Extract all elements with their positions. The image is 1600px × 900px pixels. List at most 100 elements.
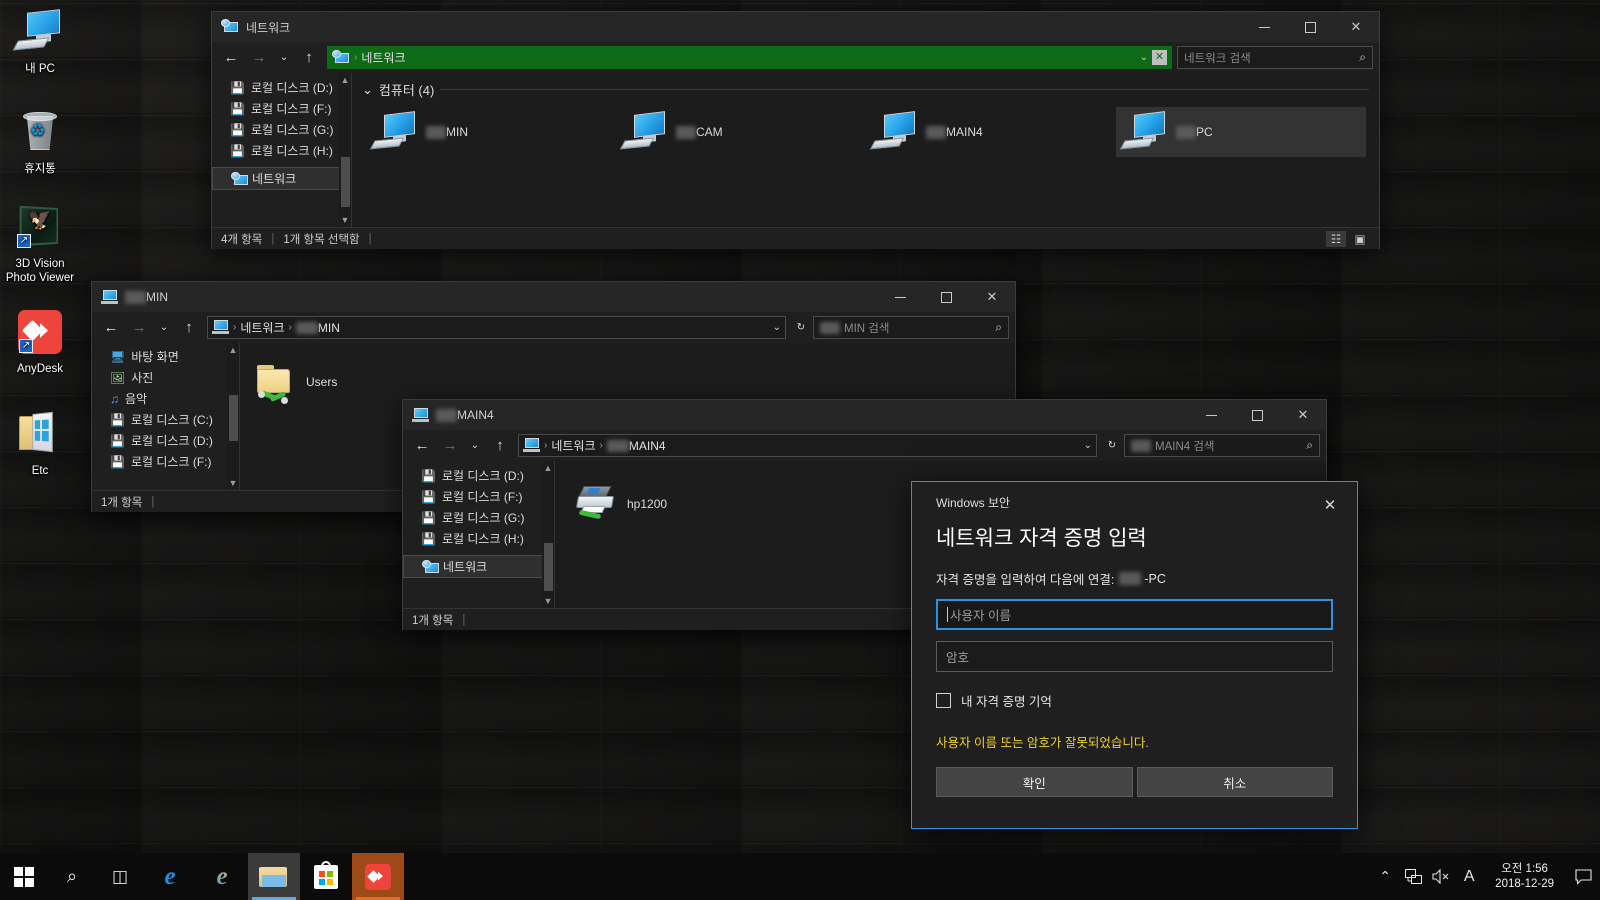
remember-credentials-checkbox[interactable] bbox=[936, 693, 951, 708]
up-button[interactable]: ↑ bbox=[296, 45, 322, 71]
breadcrumb-computer[interactable]: MAIN4 bbox=[606, 439, 666, 453]
maximize-button[interactable] bbox=[923, 282, 969, 312]
windows-security-dialog[interactable]: Windows 보안 ✕ 네트워크 자격 증명 입력 자격 증명을 입력하여 다… bbox=[911, 481, 1358, 829]
taskbar-app-edge[interactable]: e bbox=[144, 853, 196, 900]
remember-credentials-row[interactable]: 내 자격 증명 기억 bbox=[936, 691, 1333, 710]
desktop-icon-recycle-bin[interactable]: ♻ 휴지통 bbox=[2, 110, 78, 176]
chevron-down-icon[interactable]: ⌄ bbox=[1084, 440, 1092, 451]
tree-item[interactable]: 💾 로컬 디스크 (C:) bbox=[92, 409, 239, 430]
scroll-up-icon[interactable]: ▲ bbox=[542, 461, 554, 475]
breadcrumb-computer[interactable]: MIN bbox=[295, 321, 340, 335]
stop-button[interactable]: ✕ bbox=[1152, 50, 1167, 65]
explorer-window-network[interactable]: 네트워크 ✕ ← → ⌄ ↑ › 네트워크 ⌄ ✕ 네트워크 검색 ⌕ 💾 로컬… bbox=[211, 11, 1380, 249]
back-button[interactable]: ← bbox=[409, 433, 435, 459]
back-button[interactable]: ← bbox=[98, 315, 124, 341]
close-button[interactable]: ✕ bbox=[1280, 400, 1326, 430]
tree-scrollbar[interactable]: ▲ ▼ bbox=[542, 461, 554, 608]
scrollbar-thumb[interactable] bbox=[341, 157, 350, 207]
maximize-button[interactable] bbox=[1234, 400, 1280, 430]
computer-tile-pc[interactable]: PC bbox=[1116, 107, 1366, 157]
scrollbar-thumb[interactable] bbox=[229, 395, 238, 441]
tree-item-network[interactable]: 네트워크 bbox=[403, 555, 554, 578]
tree-item[interactable]: 🖼 사진 bbox=[92, 367, 239, 388]
titlebar-main4[interactable]: MAIN4 ✕ bbox=[403, 400, 1326, 430]
taskbar-app-anydesk[interactable] bbox=[352, 853, 404, 900]
recent-locations-button[interactable]: ⌄ bbox=[274, 45, 294, 71]
start-button[interactable] bbox=[0, 853, 48, 900]
minimize-button[interactable] bbox=[1188, 400, 1234, 430]
address-bar[interactable]: › 네트워크 › MIN ⌄ bbox=[207, 316, 786, 339]
computer-tile-main4[interactable]: MAIN4 bbox=[866, 107, 1116, 157]
volume-muted-icon[interactable] bbox=[1427, 853, 1455, 900]
minimize-button[interactable] bbox=[1241, 12, 1287, 42]
clock[interactable]: 오전 1:56 2018-12-29 bbox=[1483, 853, 1566, 900]
desktop-icon-anydesk[interactable]: ↗ AnyDesk bbox=[2, 310, 78, 376]
large-icons-view-icon[interactable]: ▣ bbox=[1350, 231, 1370, 247]
ime-korean-icon[interactable]: A bbox=[1455, 853, 1483, 900]
tree-item[interactable]: 💾 로컬 디스크 (D:) bbox=[403, 465, 554, 486]
tree-item[interactable]: 💾 로컬 디스크 (F:) bbox=[212, 98, 351, 119]
close-icon[interactable]: ✕ bbox=[1315, 494, 1345, 516]
desktop-icon-etc[interactable]: Etc bbox=[2, 411, 78, 478]
action-center-icon[interactable] bbox=[1566, 853, 1600, 900]
breadcrumb-network[interactable]: 네트워크 bbox=[240, 319, 284, 336]
minimize-button[interactable] bbox=[877, 282, 923, 312]
tree-item[interactable]: 💾 로컬 디스크 (H:) bbox=[212, 140, 351, 161]
username-field[interactable]: 사용자 이름 bbox=[936, 599, 1333, 630]
up-button[interactable]: ↑ bbox=[487, 433, 513, 459]
chevron-down-icon[interactable]: ⌄ bbox=[773, 322, 781, 333]
forward-button[interactable]: → bbox=[246, 45, 272, 71]
recent-locations-button[interactable]: ⌄ bbox=[465, 433, 485, 459]
up-button[interactable]: ↑ bbox=[176, 315, 202, 341]
tree-item[interactable]: 💾 로컬 디스크 (F:) bbox=[403, 486, 554, 507]
task-view-button[interactable]: ◫ bbox=[96, 853, 144, 900]
breadcrumb-network[interactable]: 네트워크 bbox=[361, 49, 405, 66]
search-input[interactable]: MIN 검색 ⌕ bbox=[813, 316, 1009, 339]
tree-scrollbar[interactable]: ▲ ▼ bbox=[339, 73, 351, 227]
navigation-tree[interactable]: 🖥 바탕 화면 🖼 사진 ♫ 음악 💾 로컬 디스크 (C:) 💾 로컬 디스크 (D:)… bbox=[92, 343, 240, 490]
chevron-down-icon[interactable]: ⌄ bbox=[362, 82, 373, 98]
desktop-icon-my-pc[interactable]: 내 PC bbox=[2, 9, 78, 76]
forward-button[interactable]: → bbox=[126, 315, 152, 341]
taskbar-app-file-explorer[interactable] bbox=[248, 853, 300, 900]
navigation-tree[interactable]: 💾 로컬 디스크 (D:) 💾 로컬 디스크 (F:) 💾 로컬 디스크 (G:) 💾… bbox=[403, 461, 555, 608]
tree-item-network[interactable]: 네트워크 bbox=[212, 167, 351, 190]
scrollbar-thumb[interactable] bbox=[544, 543, 553, 591]
refresh-button[interactable]: ↻ bbox=[791, 315, 811, 341]
scroll-up-icon[interactable]: ▲ bbox=[227, 343, 239, 357]
taskbar[interactable]: ⌕ ◫ e e ⌃ A 오전 1:56 2018-12-29 bbox=[0, 853, 1600, 900]
breadcrumb-network[interactable]: 네트워크 bbox=[551, 437, 595, 454]
close-button[interactable]: ✕ bbox=[969, 282, 1015, 312]
desktop-icon-3d-vision-photo-viewer[interactable]: 🦅 ↗ 3D Vision Photo Viewer bbox=[2, 205, 78, 285]
tree-item[interactable]: 💾 로컬 디스크 (D:) bbox=[92, 430, 239, 451]
titlebar-min[interactable]: MIN ✕ bbox=[92, 282, 1015, 312]
back-button[interactable]: ← bbox=[218, 45, 244, 71]
search-input[interactable]: MAIN4 검색 ⌕ bbox=[1124, 434, 1320, 457]
tree-item[interactable]: 🖥 바탕 화면 bbox=[92, 346, 239, 367]
tree-item[interactable]: ♫ 음악 bbox=[92, 388, 239, 409]
scroll-up-icon[interactable]: ▲ bbox=[339, 73, 351, 87]
list-item[interactable]: Users bbox=[250, 357, 420, 407]
address-bar[interactable]: › 네트워크 ⌄ ✕ bbox=[327, 46, 1172, 69]
tree-item[interactable]: 💾 로컬 디스크 (G:) bbox=[212, 119, 351, 140]
search-button[interactable]: ⌕ bbox=[48, 853, 96, 900]
recent-locations-button[interactable]: ⌄ bbox=[154, 315, 174, 341]
network-icon[interactable] bbox=[1399, 853, 1427, 900]
computer-tile-cam[interactable]: CAM bbox=[616, 107, 866, 157]
titlebar-network[interactable]: 네트워크 ✕ bbox=[212, 12, 1379, 42]
tree-item[interactable]: 💾 로컬 디스크 (D:) bbox=[212, 77, 351, 98]
list-item[interactable]: hp1200 bbox=[569, 479, 749, 529]
address-bar[interactable]: › 네트워크 › MAIN4 ⌄ bbox=[518, 434, 1097, 457]
scroll-down-icon[interactable]: ▼ bbox=[542, 594, 554, 608]
show-hidden-icons-chevron[interactable]: ⌃ bbox=[1371, 853, 1399, 900]
taskbar-app-store[interactable] bbox=[300, 853, 352, 900]
cancel-button[interactable]: 취소 bbox=[1136, 767, 1333, 797]
taskbar-app-internet-explorer[interactable]: e bbox=[196, 853, 248, 900]
search-input[interactable]: 네트워크 검색 ⌕ bbox=[1177, 46, 1373, 69]
scroll-down-icon[interactable]: ▼ bbox=[227, 476, 239, 490]
details-view-icon[interactable]: ☷ bbox=[1326, 230, 1346, 247]
close-button[interactable]: ✕ bbox=[1333, 12, 1379, 42]
maximize-button[interactable] bbox=[1287, 12, 1333, 42]
tree-item[interactable]: 💾 로컬 디스크 (G:) bbox=[403, 507, 554, 528]
tree-scrollbar[interactable]: ▲ ▼ bbox=[227, 343, 239, 490]
